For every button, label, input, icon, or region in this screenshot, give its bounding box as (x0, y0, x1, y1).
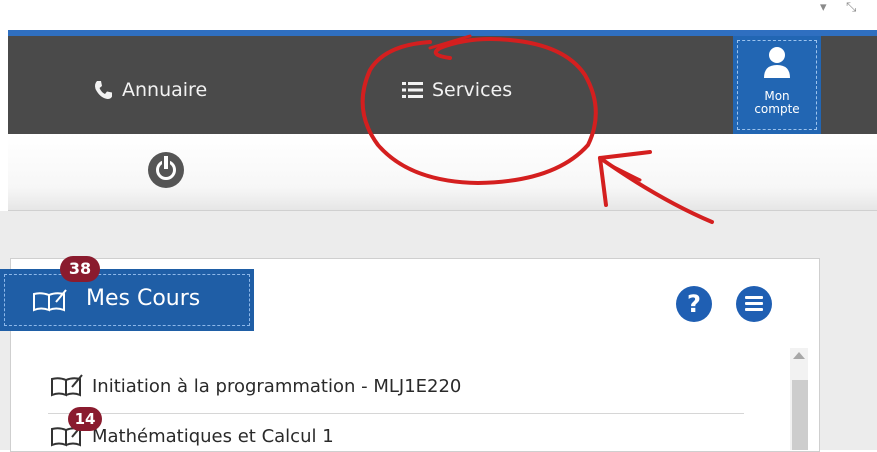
course-name: Initiation à la programmation - MLJ1E220 (92, 375, 462, 397)
nav-item-services-label: Services (432, 79, 513, 101)
course-item[interactable]: Initiation à la programmation - MLJ1E220 (50, 374, 461, 398)
power-icon-stem (164, 156, 168, 169)
list-icon (402, 79, 424, 101)
book-icon (33, 289, 67, 312)
browser-top-strip (0, 0, 877, 30)
account-button[interactable]: Mon compte (733, 36, 821, 134)
scroll-up-arrow-icon[interactable] (793, 352, 805, 359)
account-label-line2: compte (754, 102, 800, 116)
subheader-bar (8, 134, 877, 211)
course-count-badge: 38 (60, 256, 100, 282)
course-name: Mathématiques et Calcul 1 (92, 425, 334, 447)
book-icon (51, 374, 83, 397)
scrollbar-thumb[interactable] (792, 380, 808, 450)
account-label: Mon compte (733, 90, 821, 116)
phone-icon (92, 79, 114, 101)
mes-cours-title: Mes Cours (86, 286, 201, 311)
nav-item-services[interactable]: Services (402, 79, 513, 101)
power-icon[interactable] (148, 152, 184, 188)
nav-item-annuaire-label: Annuaire (122, 79, 208, 101)
menu-icon[interactable] (736, 286, 772, 322)
window-control-icon[interactable]: ⤡ (846, 0, 856, 15)
course-divider (48, 413, 744, 414)
user-icon (764, 47, 790, 78)
mes-cours-tab[interactable]: Mes Cours (0, 269, 254, 331)
help-icon[interactable]: ? (676, 286, 712, 322)
nav-item-annuaire[interactable]: Annuaire (92, 79, 208, 101)
dropdown-arrow-icon[interactable]: ▾ (820, 0, 827, 15)
course-badge: 14 (68, 407, 102, 431)
